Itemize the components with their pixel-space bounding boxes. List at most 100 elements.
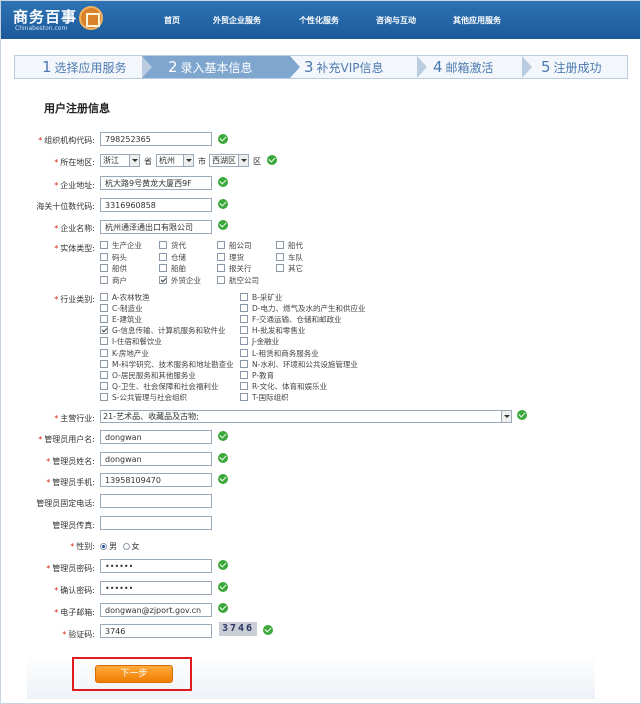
- industry-option[interactable]: T-国际组织: [240, 392, 289, 403]
- checkbox[interactable]: [100, 359, 108, 368]
- confirm-password-input[interactable]: [100, 581, 212, 595]
- admin-mobile-input[interactable]: [100, 473, 212, 487]
- entity-type-option[interactable]: 生产企业: [100, 240, 142, 251]
- entity-type-option[interactable]: 其它: [276, 263, 303, 274]
- checkbox[interactable]: [240, 359, 248, 368]
- email-input[interactable]: [100, 603, 212, 617]
- industry-option[interactable]: E-建筑业: [100, 314, 142, 325]
- checkbox[interactable]: [100, 326, 108, 335]
- industry-option[interactable]: G-信息传输、计算机服务和软件业: [100, 325, 226, 336]
- industry-option[interactable]: D-电力、燃气及水的产生和供应业: [240, 303, 365, 314]
- checkbox[interactable]: [100, 381, 108, 390]
- nav-consult[interactable]: 咨询与互动: [376, 15, 416, 27]
- industry-option[interactable]: A-农林牧渔: [100, 292, 150, 303]
- industry-option[interactable]: O-居民服务和其他服务业: [100, 370, 196, 381]
- checkbox[interactable]: [240, 348, 248, 357]
- gender-male-radio[interactable]: [100, 543, 107, 550]
- checkbox[interactable]: [240, 315, 248, 324]
- checkbox[interactable]: [100, 264, 108, 272]
- checkbox[interactable]: [276, 241, 284, 249]
- company-name-input[interactable]: [100, 220, 212, 234]
- checkbox[interactable]: [217, 252, 225, 261]
- checkbox[interactable]: [159, 264, 167, 272]
- checkbox[interactable]: [240, 304, 248, 313]
- checkbox[interactable]: [159, 252, 167, 261]
- industry-option[interactable]: C-制造业: [100, 303, 142, 314]
- industry-option[interactable]: J-金融业: [240, 336, 279, 347]
- checkbox[interactable]: [276, 252, 284, 261]
- industry-option[interactable]: K-房地产业: [100, 348, 149, 359]
- industry-option[interactable]: I-住宿和餐饮业: [100, 336, 162, 347]
- industry-option[interactable]: N-水利、环境和公共设施管理业: [240, 359, 358, 370]
- checkbox[interactable]: [159, 241, 167, 249]
- district-select[interactable]: 西湖区: [209, 154, 249, 167]
- entity-type-option[interactable]: 货代: [159, 240, 186, 251]
- checkbox[interactable]: [217, 275, 225, 284]
- password-input[interactable]: [100, 559, 212, 573]
- captcha-image[interactable]: 3746: [219, 622, 257, 636]
- checkbox[interactable]: [240, 381, 248, 390]
- entity-type-option[interactable]: 航空公司: [217, 275, 259, 286]
- industry-option[interactable]: S-公共管理与社会组织: [100, 392, 187, 403]
- entity-type-option[interactable]: 理货: [217, 252, 244, 263]
- industry-option[interactable]: L-租赁和商务服务业: [240, 348, 319, 359]
- checkbox[interactable]: [100, 348, 108, 357]
- address-input[interactable]: [100, 176, 212, 190]
- checkbox[interactable]: [100, 337, 108, 346]
- industry-option[interactable]: P-教育: [240, 370, 274, 381]
- checkbox[interactable]: [159, 275, 167, 284]
- checkbox[interactable]: [240, 326, 248, 335]
- checkbox[interactable]: [100, 315, 108, 324]
- city-select[interactable]: 杭州: [156, 154, 194, 167]
- checkbox[interactable]: [100, 293, 108, 301]
- nav-personal-services[interactable]: 个性化服务: [299, 15, 339, 27]
- entity-type-option[interactable]: 外贸企业: [159, 275, 201, 286]
- checkbox[interactable]: [217, 241, 225, 249]
- gender-female-radio[interactable]: [122, 543, 130, 550]
- industry-option[interactable]: Q-卫生、社会保障和社会福利业: [100, 381, 218, 392]
- step-4: 4 邮箱激活: [433, 58, 494, 76]
- nav-other-services[interactable]: 其他应用服务: [453, 15, 501, 27]
- entity-type-option[interactable]: 仓储: [159, 252, 186, 263]
- entity-type-option[interactable]: 商户: [100, 275, 127, 286]
- industry-option[interactable]: B-采矿业: [240, 292, 282, 303]
- checkbox[interactable]: [100, 304, 108, 313]
- checkbox[interactable]: [276, 264, 284, 272]
- entity-type-option[interactable]: 车队: [276, 252, 303, 263]
- step-3: 3 补充VIP信息: [304, 58, 384, 76]
- entity-type-option[interactable]: 码头: [100, 252, 127, 263]
- entity-type-option[interactable]: 船供: [100, 263, 127, 274]
- checkbox[interactable]: [100, 241, 108, 249]
- entity-type-option[interactable]: 船舶: [159, 263, 186, 274]
- valid-check-icon: [218, 603, 228, 613]
- next-step-button[interactable]: 下一步: [95, 665, 173, 683]
- main-industry-select[interactable]: 21-艺术品、收藏品及古物;: [100, 410, 512, 423]
- admin-phone-input[interactable]: [100, 494, 212, 508]
- org-code-input[interactable]: [100, 132, 212, 146]
- admin-fax-input[interactable]: [100, 516, 212, 530]
- nav-home[interactable]: 首页: [164, 15, 180, 27]
- industry-option[interactable]: H-批发和零售业: [240, 325, 305, 336]
- customs-code-input[interactable]: [100, 198, 212, 212]
- site-logo[interactable]: 商务百事 Chinabeston.com: [13, 5, 103, 35]
- checkbox[interactable]: [240, 392, 248, 401]
- entity-type-option[interactable]: 船公司: [217, 240, 252, 251]
- admin-username-input[interactable]: [100, 430, 212, 444]
- admin-name-input[interactable]: [100, 452, 212, 466]
- checkbox[interactable]: [240, 337, 248, 346]
- checkbox[interactable]: [217, 264, 225, 272]
- captcha-input[interactable]: [100, 624, 212, 638]
- checkbox[interactable]: [240, 370, 248, 379]
- entity-type-option[interactable]: 船代: [276, 240, 303, 251]
- industry-option[interactable]: M-科学研究、技术服务和地址勘查业: [100, 359, 234, 370]
- checkbox[interactable]: [100, 392, 108, 401]
- checkbox[interactable]: [100, 275, 108, 284]
- industry-option[interactable]: R-文化、体育和娱乐业: [240, 381, 327, 392]
- industry-option[interactable]: F-交通运输、仓储和邮政业: [240, 314, 342, 325]
- province-select[interactable]: 浙江: [100, 154, 140, 167]
- entity-type-option[interactable]: 报关行: [217, 263, 252, 274]
- checkbox[interactable]: [100, 252, 108, 261]
- checkbox[interactable]: [240, 293, 248, 301]
- nav-trade-services[interactable]: 外贸企业服务: [213, 15, 261, 27]
- checkbox[interactable]: [100, 370, 108, 379]
